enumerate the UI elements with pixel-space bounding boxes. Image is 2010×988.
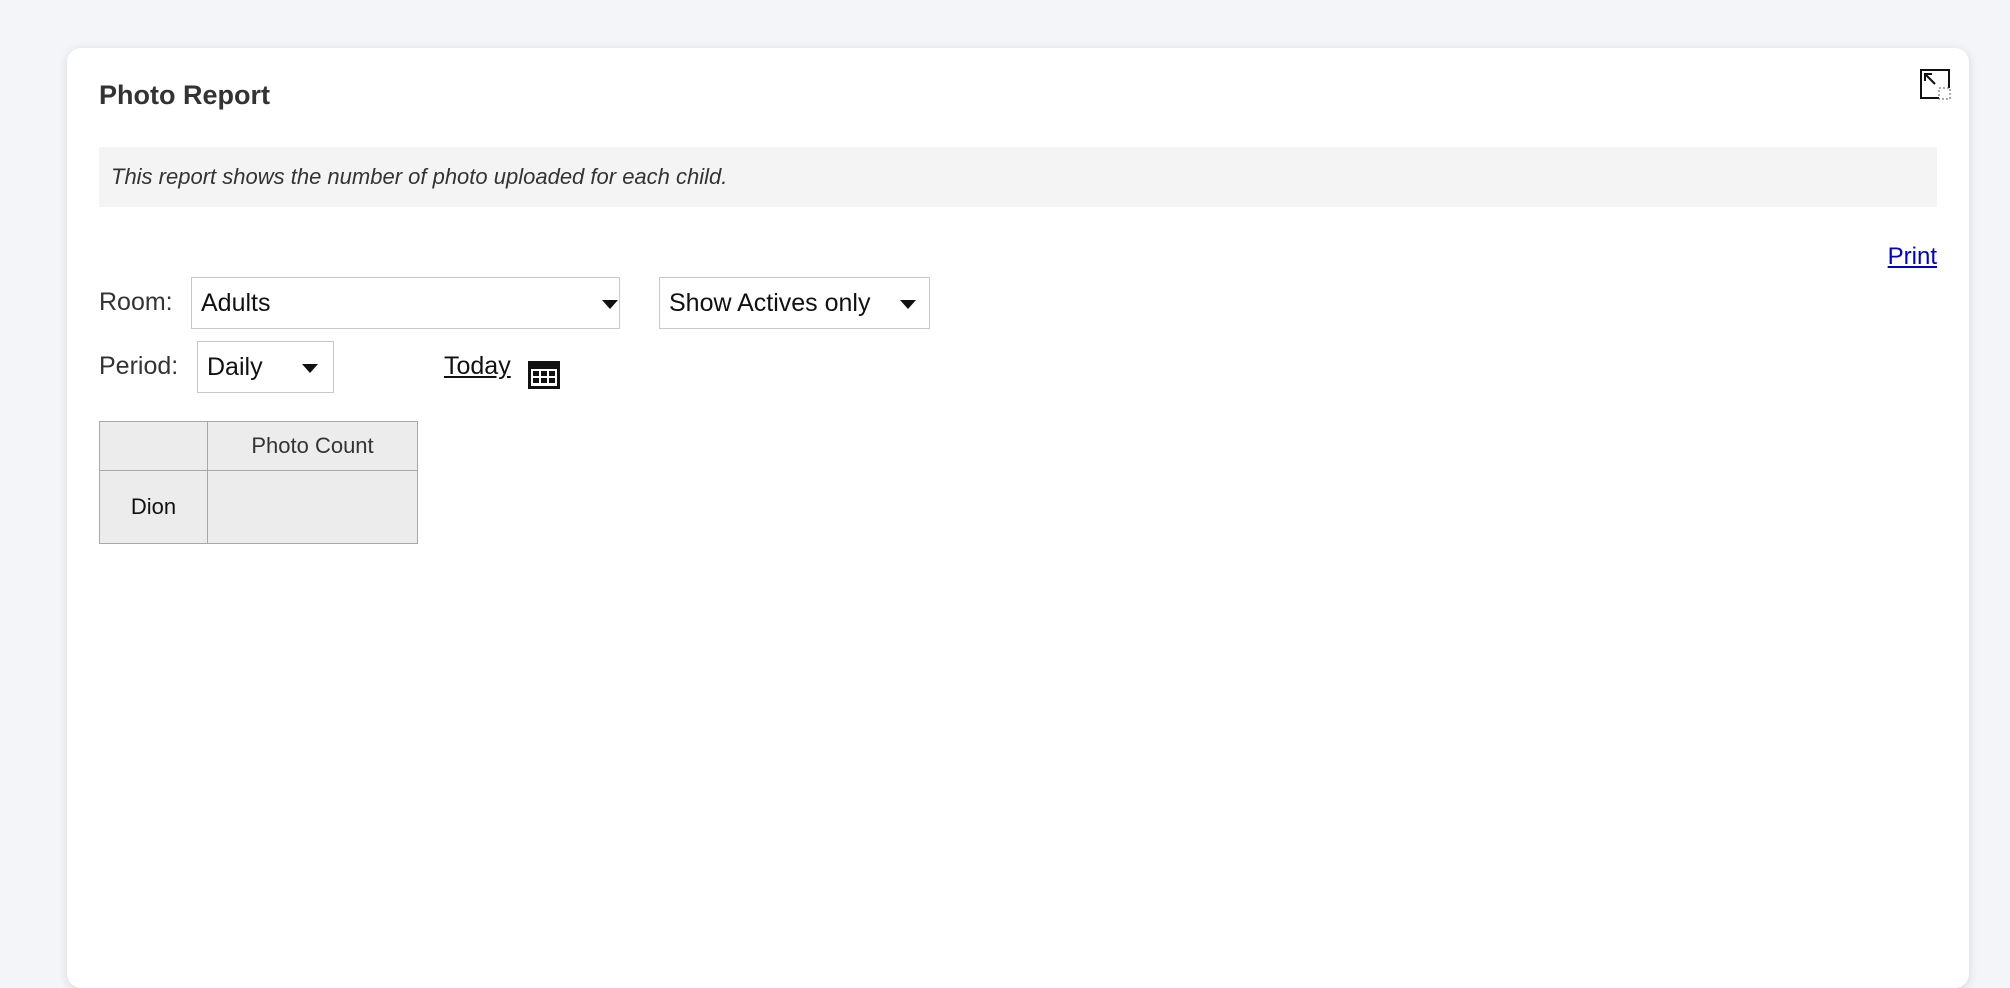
room-select[interactable]: Adults [191,277,620,329]
photo-count-table: Photo Count Dion [99,421,418,544]
page-title: Photo Report [99,80,270,110]
period-label: Period: [99,352,179,380]
period-select-value: Daily [207,353,263,381]
column-header-photo-count: Photo Count [207,421,418,471]
calendar-icon[interactable] [527,358,561,390]
room-label: Room: [99,288,173,316]
photo-count-cell [207,470,418,544]
chevron-down-icon [302,364,318,373]
print-link[interactable]: Print [1888,243,1937,271]
period-select[interactable]: Daily [197,341,334,393]
table-header-row: Photo Count [99,421,418,471]
child-name-cell: Dion [99,470,208,544]
chevron-down-icon [602,300,618,309]
table-row: Dion [99,470,418,544]
status-select[interactable]: Show Actives only [659,277,930,329]
report-description: This report shows the number of photo up… [99,147,1937,207]
expand-icon[interactable] [1919,68,1953,102]
column-header-name [99,421,208,471]
today-link[interactable]: Today [444,352,511,381]
chevron-down-icon [900,300,916,309]
status-select-value: Show Actives only [669,289,871,317]
report-card: Photo Report This report shows the numbe… [67,48,1969,988]
room-select-value: Adults [201,289,271,317]
